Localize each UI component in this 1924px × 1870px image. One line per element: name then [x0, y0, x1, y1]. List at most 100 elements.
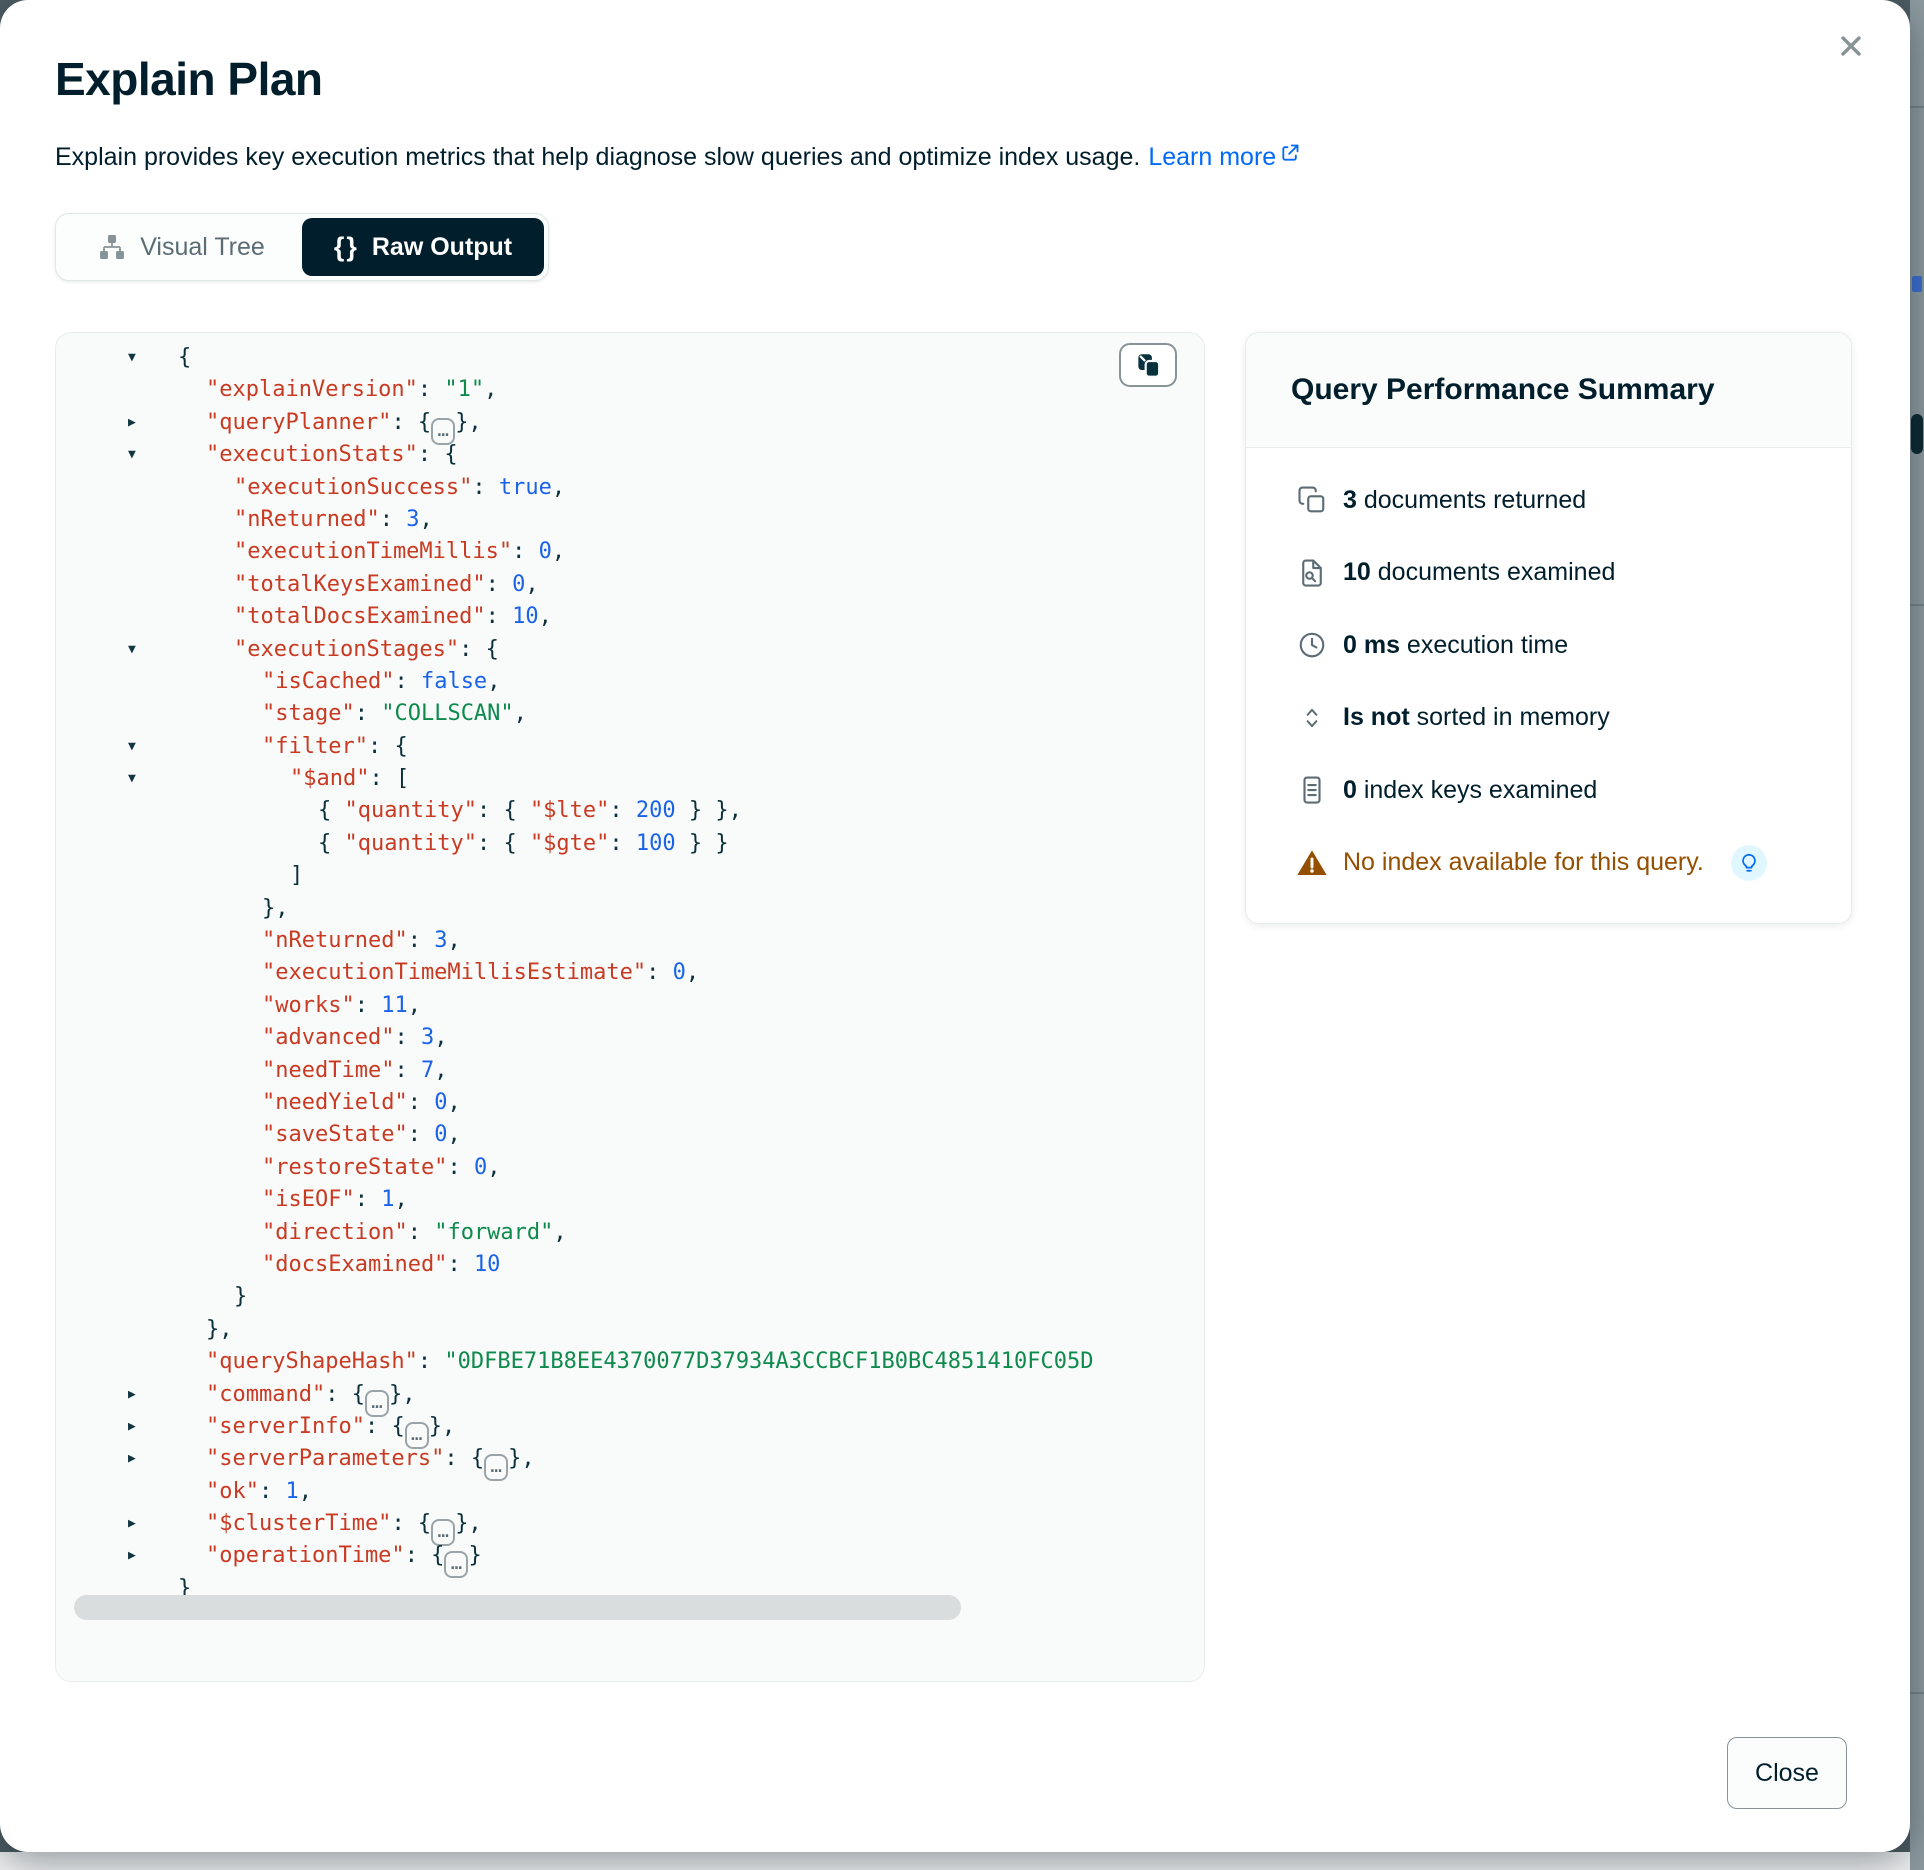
close-icon[interactable] [1836, 31, 1866, 61]
code-token: : [486, 572, 513, 597]
code-line: "executionTimeMillis": 0, [56, 536, 1204, 568]
background-app-bottom [0, 1852, 1910, 1870]
code-token: : [259, 1479, 286, 1504]
copy-icon [1135, 352, 1162, 379]
code-token: 3 [406, 507, 419, 532]
code-token: "needYield" [262, 1090, 408, 1115]
code-token: 0 [673, 960, 686, 985]
code-token: "works" [262, 993, 355, 1018]
background-app-strip [1910, 0, 1924, 1870]
code-token: "needTime" [262, 1058, 394, 1083]
explain-plan-screen: Explain Plan Explain provides key execut… [0, 0, 1924, 1870]
code-token: ] [290, 863, 303, 888]
expand-arrow-icon[interactable]: ▶ [128, 1540, 136, 1572]
code-token: "executionStats" [206, 442, 418, 467]
code-token: : { [365, 1414, 405, 1439]
code-token: 11 [381, 993, 408, 1018]
insight-badge[interactable] [1731, 845, 1767, 881]
collapse-arrow-icon[interactable]: ▼ [128, 763, 136, 795]
summary-item-text: No index available for this query. [1343, 848, 1704, 877]
code-token: 10 [512, 604, 539, 629]
code-token: "nReturned" [234, 507, 380, 532]
explain-plan-modal: Explain Plan Explain provides key execut… [0, 0, 1910, 1852]
collapse-arrow-icon[interactable]: ▼ [128, 634, 136, 666]
code-token: : [408, 1090, 435, 1115]
code-line: "direction": "forward", [56, 1217, 1204, 1249]
code-token: "isEOF" [262, 1187, 355, 1212]
code-token: "advanced" [262, 1025, 394, 1050]
code-token: , [447, 928, 460, 953]
code-line: { "quantity": { "$lte": 200 } }, [56, 795, 1204, 827]
code-line: "needYield": 0, [56, 1087, 1204, 1119]
learn-more-link[interactable]: Learn more [1148, 143, 1300, 171]
code-line: ] [56, 860, 1204, 892]
code-line: ▼ "filter": { [56, 731, 1204, 763]
expand-arrow-icon[interactable]: ▶ [128, 1508, 136, 1540]
code-line: ▶"$clusterTime": {…}, [56, 1508, 1204, 1540]
code-token: : [394, 1025, 421, 1050]
copy-documents-icon [1296, 484, 1328, 516]
code-token: , [514, 701, 527, 726]
code-line: "ok": 1, [56, 1476, 1204, 1508]
code-token: }, [508, 1446, 535, 1471]
expand-arrow-icon[interactable]: ▶ [128, 407, 136, 439]
warning-icon [1296, 847, 1328, 879]
document-lines-icon [1296, 774, 1328, 806]
code-token: { [318, 831, 345, 856]
expand-arrow-icon[interactable]: ▶ [128, 1411, 136, 1443]
tab-raw-output[interactable]: {} Raw Output [302, 218, 544, 276]
code-line: "totalDocsExamined": 10, [56, 601, 1204, 633]
expand-arrow-icon[interactable]: ▶ [128, 1443, 136, 1475]
code-token: "queryShapeHash" [206, 1349, 418, 1374]
code-token: : [408, 928, 435, 953]
code-token: 0 [539, 539, 552, 564]
code-token: 3 [434, 928, 447, 953]
summary-title: Query Performance Summary [1291, 373, 1715, 407]
code-token: "filter" [262, 734, 368, 759]
background-pill [1911, 414, 1923, 454]
tree-icon [97, 232, 127, 262]
summary-item: 0 ms execution time [1296, 609, 1851, 682]
code-token: "COLLSCAN" [381, 701, 513, 726]
code-line: ▼ "executionStages": { [56, 634, 1204, 666]
collapse-arrow-icon[interactable]: ▼ [128, 342, 136, 374]
collapse-arrow-icon[interactable]: ▼ [128, 731, 136, 763]
close-button[interactable]: Close [1727, 1737, 1847, 1809]
code-token: "operationTime" [206, 1543, 405, 1568]
code-token: "restoreState" [262, 1155, 447, 1180]
code-line: "totalKeysExamined": 0, [56, 569, 1204, 601]
collapse-arrow-icon[interactable]: ▼ [128, 439, 136, 471]
code-line: ▼{ [56, 342, 1204, 374]
code-token: : { [477, 831, 530, 856]
code-token: : [512, 539, 539, 564]
code-token: : [408, 1220, 435, 1245]
code-token: : [355, 1187, 382, 1212]
code-token: , [553, 1220, 566, 1245]
expand-arrow-icon[interactable]: ▶ [128, 1379, 136, 1411]
code-token: "isCached" [262, 669, 394, 694]
code-token: "$and" [290, 766, 369, 791]
code-token: : [447, 1155, 474, 1180]
code-token: "explainVersion" [206, 377, 418, 402]
code-token: 10 [474, 1252, 501, 1277]
copy-button[interactable] [1119, 343, 1177, 387]
summary-item-text: 10 documents examined [1343, 558, 1615, 587]
code-token: , [487, 669, 500, 694]
tab-visual-tree[interactable]: Visual Tree [60, 218, 302, 276]
horizontal-scrollbar[interactable] [74, 1595, 961, 1620]
code-token: } }, [676, 798, 742, 823]
code-line: }, [56, 893, 1204, 925]
code-token: , [447, 1090, 460, 1115]
code-token: "executionTimeMillis" [234, 539, 512, 564]
code-token: "executionStages" [234, 637, 459, 662]
code-token: : { [459, 637, 499, 662]
code-token: , [434, 1025, 447, 1050]
code-line: "needTime": 7, [56, 1055, 1204, 1087]
summary-item-text: Is not sorted in memory [1343, 703, 1610, 732]
code-token: : { [368, 734, 408, 759]
summary-item-text: 0 ms execution time [1343, 631, 1568, 660]
code-token: }, [429, 1414, 456, 1439]
code-token: "executionTimeMillisEstimate" [262, 960, 646, 985]
tab-label: Visual Tree [140, 233, 265, 262]
code-lines: ▼{"explainVersion": "1",▶"queryPlanner":… [56, 342, 1204, 1605]
